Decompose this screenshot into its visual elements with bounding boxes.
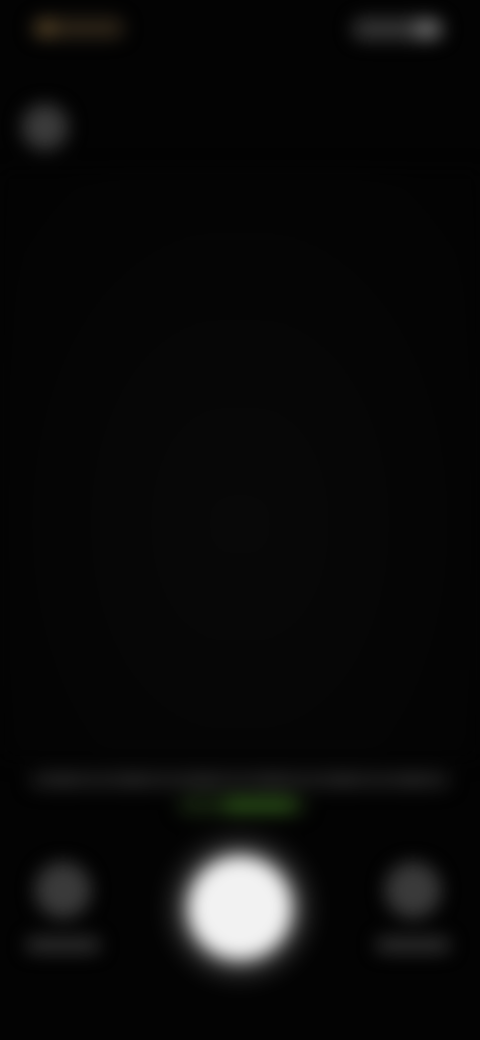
mode-indicator[interactable] <box>178 796 306 814</box>
strip-segment <box>120 776 146 784</box>
viewfinder[interactable] <box>0 170 480 760</box>
battery-icon <box>414 20 440 38</box>
top-left-button[interactable] <box>22 104 68 150</box>
circle-control-icon <box>385 862 441 918</box>
recognition-strip <box>30 772 450 788</box>
shutter-button[interactable] <box>188 856 292 960</box>
strip-segment <box>330 776 356 784</box>
strip-segment <box>400 776 426 784</box>
blurred-ui-layer <box>0 0 480 1040</box>
status-time <box>32 18 124 38</box>
right-control-label <box>376 938 450 952</box>
left-control-label <box>26 938 100 952</box>
right-control-button[interactable] <box>358 862 468 982</box>
strip-segment <box>50 776 76 784</box>
active-mode-pill <box>224 799 294 811</box>
strip-segment <box>190 776 216 784</box>
strip-segment <box>260 776 286 784</box>
status-dot-icon <box>38 20 54 36</box>
status-icons <box>352 18 444 40</box>
left-control-button[interactable] <box>8 862 118 982</box>
status-bar <box>0 0 480 60</box>
camera-screen <box>0 0 480 1040</box>
circle-control-icon <box>35 862 91 918</box>
